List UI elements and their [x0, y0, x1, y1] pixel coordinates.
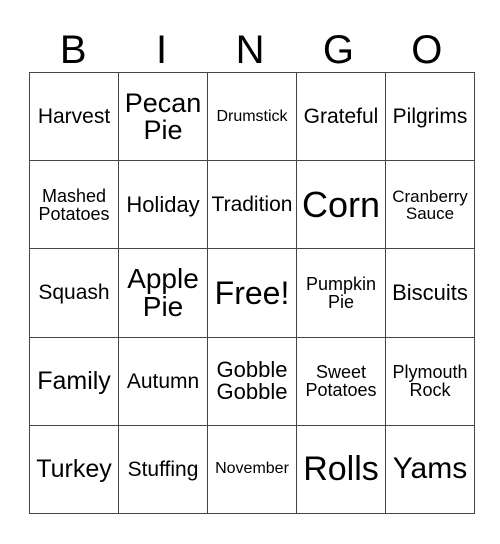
- bingo-cell[interactable]: Gobble Gobble: [207, 336, 297, 426]
- bingo-cell[interactable]: Yams: [385, 424, 475, 515]
- bingo-row: Family Autumn Gobble Gobble Sweet Potatoes P…: [29, 336, 475, 426]
- bingo-cell[interactable]: Rolls: [296, 424, 386, 515]
- bingo-cell[interactable]: Pecan Pie: [118, 71, 208, 162]
- bingo-cell[interactable]: Holiday: [118, 160, 208, 250]
- bingo-cell[interactable]: Free!: [207, 248, 297, 338]
- bingo-grid: Harvest Pecan Pie Drumstick Grateful Pilgrim…: [29, 71, 475, 515]
- bingo-cell[interactable]: Biscuits: [385, 248, 475, 338]
- bingo-cell[interactable]: Squash: [29, 248, 119, 338]
- bingo-cell[interactable]: November: [207, 424, 297, 515]
- bingo-cell[interactable]: Pilgrims: [385, 71, 475, 162]
- bingo-cell[interactable]: Corn: [296, 160, 386, 250]
- bingo-cell[interactable]: Turkey: [29, 424, 119, 515]
- bingo-row: Mashed Potatoes Holiday Tradition Corn Cranb…: [29, 160, 475, 250]
- bingo-cell[interactable]: Autumn: [118, 336, 208, 426]
- bingo-cell[interactable]: Family: [29, 336, 119, 426]
- header-letter-b: B: [59, 28, 87, 72]
- bingo-cell[interactable]: Cranberry Sauce: [385, 160, 475, 250]
- bingo-cell[interactable]: Stuffing: [118, 424, 208, 515]
- bingo-row: Harvest Pecan Pie Drumstick Grateful Pilgrim…: [29, 71, 475, 162]
- bingo-header: B I N G O: [29, 28, 471, 72]
- bingo-cell[interactable]: Apple Pie: [118, 248, 208, 338]
- header-letter-o: O: [411, 28, 443, 72]
- bingo-cell[interactable]: Harvest: [29, 71, 119, 162]
- bingo-cell[interactable]: Sweet Potatoes: [296, 336, 386, 426]
- bingo-cell[interactable]: Drumstick: [207, 71, 297, 162]
- bingo-cell[interactable]: Pumpkin Pie: [296, 248, 386, 338]
- header-letter-n: N: [235, 28, 265, 72]
- bingo-cell[interactable]: Plymouth Rock: [385, 336, 475, 426]
- bingo-cell[interactable]: Mashed Potatoes: [29, 160, 119, 250]
- bingo-row: Squash Apple Pie Free! Pumpkin Pie Biscuits: [29, 248, 475, 338]
- header-letter-g: G: [322, 28, 354, 72]
- bingo-row: Turkey Stuffing November Rolls Yams: [29, 424, 475, 515]
- bingo-cell[interactable]: Tradition: [207, 160, 297, 250]
- bingo-cell[interactable]: Grateful: [296, 71, 386, 162]
- header-letter-i: I: [156, 28, 168, 72]
